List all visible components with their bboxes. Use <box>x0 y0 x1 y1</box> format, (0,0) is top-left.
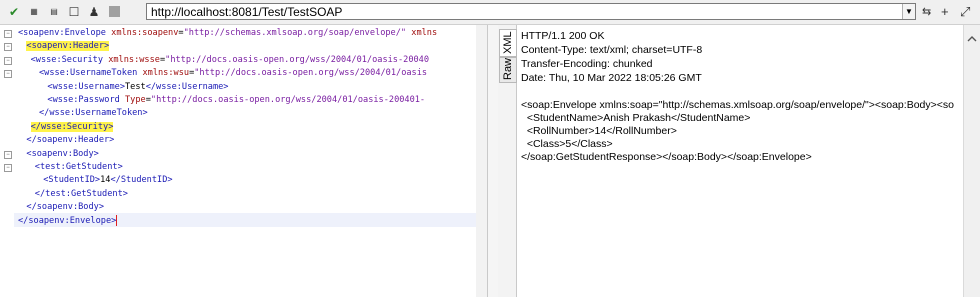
url-text: http://localhost:8081/Test/TestSOAP <box>151 5 343 19</box>
view-tabs: XML Raw <box>498 25 517 297</box>
text-caret <box>116 214 118 226</box>
xml-token: xmlns:soapenv <box>111 28 179 38</box>
xml-token: "http://docs.oasis-open.org/wss/2004/01/… <box>150 95 426 105</box>
xml-line: <soapenv:Header> <box>26 40 110 53</box>
fold-toggle-icon[interactable]: − <box>4 150 12 159</box>
xml-token: </soapenv:Envelope> <box>18 215 117 226</box>
xml-line: <wsse:Password Type="http://docs.oasis-o… <box>47 94 425 107</box>
response-line: <RollNumber>14</RollNumber> <box>521 125 677 137</box>
xml-token: <wsse:Security <box>30 54 109 65</box>
request-editor[interactable]: − − − − − − <soapenv:Envelope xmlns:soapenv="… <box>0 25 488 297</box>
tab-raw-label: Raw <box>502 57 514 80</box>
chevron-down-icon[interactable]: ▼ <box>902 4 915 19</box>
response-line: <StudentName>Anish Prakash</StudentName> <box>521 112 751 124</box>
xml-token: "http://docs.oasis-open.org/wss/2004/01/… <box>165 54 430 65</box>
toolbar: ✔ ▦ ▤ ☐ ♟ http://localhost:8081/Test/Tes… <box>0 0 980 25</box>
request-scrollbar[interactable] <box>476 25 487 297</box>
xml-token: <wsse:Username> <box>47 81 125 92</box>
xml-line: <wsse:UsernameToken xmlns:wsu="http://do… <box>39 67 427 80</box>
xml-token: <soapenv:Body> <box>26 148 99 159</box>
xml-line: </wsse:Security> <box>30 121 114 134</box>
response-line: </soap:GetStudentResponse></soap:Body></… <box>521 151 812 163</box>
window-icon[interactable]: ☐ <box>66 4 82 20</box>
fold-toggle-icon[interactable]: − <box>4 43 12 52</box>
run-icon[interactable]: ✔ <box>6 4 22 20</box>
maximize-icon[interactable]: ⤢ <box>960 4 970 20</box>
response-line: HTTP/1.1 200 OK <box>521 30 605 42</box>
tab-xml-label: XML <box>502 31 514 54</box>
format-xml-icon[interactable]: ▦ <box>26 4 42 20</box>
xml-token: </wsse:Username> <box>145 81 229 92</box>
xml-token: xmlns <box>411 28 438 38</box>
xml-token: xmlns:wsse <box>108 54 160 65</box>
xml-token: Type <box>125 95 146 105</box>
settings-icon[interactable]: ⇆ <box>922 4 931 20</box>
xml-line: <wsse:Security xmlns:wsse="http://docs.o… <box>31 54 429 67</box>
response-view[interactable]: HTTP/1.1 200 OK Content-Type: text/xml; … <box>517 25 963 297</box>
fold-toggle-icon[interactable]: − <box>4 30 12 38</box>
xml-token: <soapenv:Header> <box>26 41 110 52</box>
xml-token: </wsse:Security> <box>30 121 114 132</box>
xml-line: </soapenv:Body> <box>26 201 104 214</box>
xml-line: <StudentID>14</StudentID> <box>43 174 172 187</box>
xml-line: </test:GetStudent> <box>35 188 128 201</box>
xml-token: <test:GetStudent> <box>34 162 123 172</box>
xml-token: <wsse:UsernameToken <box>39 68 143 79</box>
scroll-up-icon[interactable] <box>967 31 977 42</box>
fold-toggle-icon[interactable]: − <box>4 70 12 79</box>
response-line: Transfer-Encoding: chunked <box>521 58 653 70</box>
format-rt-icon[interactable]: ▤ <box>46 4 62 20</box>
stop-icon[interactable] <box>106 4 122 20</box>
fold-toggle-icon[interactable]: − <box>4 164 12 172</box>
xml-token: </StudentID> <box>110 175 173 186</box>
xml-line: <test:GetStudent> <box>35 161 123 174</box>
response-line: Date: Thu, 10 Mar 2022 18:05:26 GMT <box>521 72 702 84</box>
xml-token: </test:GetStudent> <box>34 188 128 199</box>
tab-xml[interactable]: XML <box>499 29 517 57</box>
fold-toggle-icon[interactable]: − <box>4 56 12 65</box>
xml-token: <StudentID> <box>43 175 101 186</box>
editor-gutter: − − − − − − <box>0 25 14 297</box>
response-line: <soap:Envelope xmlns:soap="http://schema… <box>521 99 954 111</box>
xml-token: <wsse:Password <box>47 95 125 105</box>
xml-token: </soapenv:Header> <box>26 135 115 146</box>
xml-line: </wsse:UsernameToken> <box>39 107 148 120</box>
response-scrollbar[interactable] <box>963 25 980 297</box>
xml-line: <soapenv:Envelope xmlns:soapenv="http://… <box>18 27 437 40</box>
xml-line: <wsse:Username>Test</wsse:Username> <box>47 81 228 94</box>
response-line: Content-Type: text/xml; charset=UTF-8 <box>521 44 703 56</box>
tab-raw[interactable]: Raw <box>499 57 517 83</box>
xml-token: </soapenv:Body> <box>26 202 104 213</box>
user-icon[interactable]: ♟ <box>86 4 102 20</box>
xml-line: <soapenv:Body> <box>26 148 98 161</box>
response-line: <Class>5</Class> <box>521 138 613 150</box>
xml-token: "http://schemas.xmlsoap.org/soap/envelop… <box>183 28 407 38</box>
xml-token: Test <box>125 81 146 92</box>
xml-token: "http://docs.oasis-open.org/wss/2004/01/… <box>194 68 428 79</box>
xml-token: 14 <box>100 175 111 186</box>
xml-line: </soapenv:Header> <box>26 134 114 147</box>
url-field[interactable]: http://localhost:8081/Test/TestSOAP ▼ <box>146 3 916 20</box>
xml-token: </wsse:UsernameToken> <box>39 108 148 119</box>
xml-line: </soapenv:Envelope> <box>18 214 118 228</box>
xml-token: <soapenv:Envelope <box>18 28 112 38</box>
add-icon[interactable]: + <box>941 4 949 20</box>
xml-token: xmlns:wsu <box>142 68 190 79</box>
